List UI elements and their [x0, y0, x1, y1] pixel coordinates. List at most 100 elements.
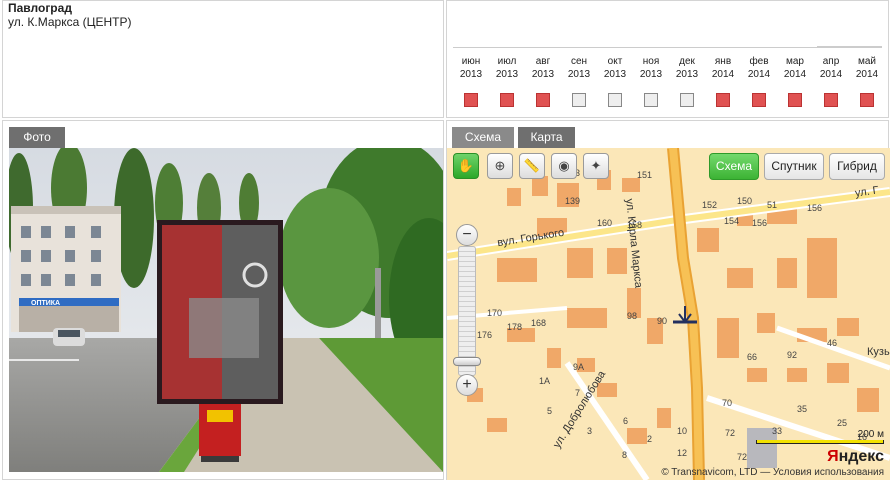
month-name: янв — [714, 56, 732, 67]
house-number: 70 — [722, 398, 733, 408]
house-number: 156 — [807, 203, 823, 213]
month-name: окт — [607, 56, 623, 67]
month-year: 2014 — [783, 69, 807, 80]
billboard-photo: ОПТИКА — [9, 148, 443, 472]
month-label: фев 2014 — [741, 55, 777, 81]
month-status-busy[interactable] — [464, 93, 478, 107]
house-number: 151 — [637, 170, 653, 180]
month-name: июл — [497, 56, 517, 67]
house-number: 178 — [507, 322, 523, 332]
minus-icon: − — [462, 226, 472, 243]
magnifier-button[interactable]: ◉ — [551, 153, 577, 179]
ruler-icon: 📏 — [523, 158, 541, 173]
month-status-busy[interactable] — [752, 93, 766, 107]
month-year: 2014 — [855, 69, 879, 80]
house-number: 6 — [623, 416, 629, 426]
house-number: 150 — [737, 196, 753, 206]
city-name: Павлоград — [8, 1, 72, 15]
availability-calendar: июн 2013 июл 2013 авг 2013 сен 2013 окт 2013 ноя 20… — [446, 0, 889, 118]
house-number: 90 — [657, 316, 668, 326]
house-number: 170 — [487, 308, 503, 318]
month-year: 2013 — [531, 69, 555, 80]
tab-map[interactable]: Карта — [518, 127, 575, 148]
month-status-free[interactable] — [680, 93, 694, 107]
house-number: 5 — [547, 406, 553, 416]
house-number: 66 — [747, 352, 758, 362]
zoom-out-button[interactable]: − — [456, 224, 478, 246]
plus-icon: + — [462, 376, 472, 393]
map-copyright-link[interactable]: © Transnavicom, LTD — Условия использова… — [661, 467, 884, 478]
street-photo-image: ОПТИКА — [9, 148, 443, 472]
house-number: 139 — [565, 196, 581, 206]
month-year: 2014 — [747, 69, 771, 80]
house-number: 51 — [767, 200, 778, 210]
house-number: 98 — [627, 311, 638, 321]
house-number: 8 — [622, 450, 628, 460]
month-labels: июн 2013 июл 2013 авг 2013 сен 2013 окт 2013 ноя 20… — [453, 55, 885, 81]
month-name: авг — [535, 56, 551, 67]
hand-tool-button[interactable]: ✋ — [453, 153, 479, 179]
month-name: май — [857, 56, 877, 67]
reset-view-button[interactable]: ✦ — [583, 153, 609, 179]
month-year: 2013 — [567, 69, 591, 80]
month-label: ноя 2013 — [633, 55, 669, 81]
month-label: окт 2013 — [597, 55, 633, 81]
house-number: 160 — [597, 218, 613, 228]
month-status-free[interactable] — [572, 93, 586, 107]
month-year: 2014 — [819, 69, 843, 80]
month-name: дек — [679, 56, 695, 67]
house-number: 2 — [647, 434, 653, 444]
yandex-logo[interactable]: Яндекс — [827, 448, 884, 466]
map-view[interactable]: 153 151 139 152 150 156 154 156 170 176 … — [447, 148, 890, 480]
month-status-free[interactable] — [644, 93, 658, 107]
month-year: 2013 — [495, 69, 519, 80]
reset-view-icon: ✦ — [590, 158, 602, 173]
house-number: 10 — [677, 426, 688, 436]
month-status-busy[interactable] — [500, 93, 514, 107]
map-scale-bar — [756, 440, 884, 444]
map-type-hybrid-button[interactable]: Гибрид — [829, 153, 885, 180]
house-number: 1A — [539, 376, 551, 386]
tab-photo[interactable]: Фото — [9, 127, 65, 148]
map-type-scheme-button[interactable]: Схема — [709, 153, 759, 180]
address-text: ул. К.Маркса (ЦЕНТР) — [8, 15, 132, 29]
street-label-kuz: Кузь — [867, 346, 890, 358]
zoom-area-icon: ⊕ — [494, 158, 506, 173]
house-number: 12 — [677, 448, 688, 458]
month-status-busy[interactable] — [788, 93, 802, 107]
month-status-busy[interactable] — [860, 93, 874, 107]
month-label: мар 2014 — [777, 55, 813, 81]
zoom-in-button[interactable]: + — [456, 374, 478, 396]
house-number: 25 — [837, 418, 848, 428]
house-number: 72 — [737, 452, 748, 462]
ruler-button[interactable]: 📏 — [519, 153, 545, 179]
month-label: авг 2013 — [525, 55, 561, 81]
month-label: дек 2013 — [669, 55, 705, 81]
house-number: 33 — [772, 426, 783, 436]
calendar-divider — [453, 47, 882, 48]
month-name: фев — [749, 56, 769, 67]
month-year: 2013 — [603, 69, 627, 80]
house-number: 72 — [725, 428, 736, 438]
month-status-free[interactable] — [608, 93, 622, 107]
month-label: янв 2014 — [705, 55, 741, 81]
month-label: июл 2013 — [489, 55, 525, 81]
house-number: 3 — [587, 426, 593, 436]
month-label: июн 2013 — [453, 55, 489, 81]
zoom-area-button[interactable]: ⊕ — [487, 153, 513, 179]
location-info-panel: Павлоград ул. К.Маркса (ЦЕНТР) — [2, 0, 444, 118]
map-panel: Схема Карта 151 139 152 150 156 154 156 … — [446, 120, 890, 480]
month-status-busy[interactable] — [716, 93, 730, 107]
month-status-busy[interactable] — [824, 93, 838, 107]
month-name: сен — [570, 56, 588, 67]
house-number: 154 — [724, 216, 740, 226]
tab-scheme[interactable]: Схема — [452, 127, 514, 148]
house-number: 152 — [702, 200, 718, 210]
magnifier-icon: ◉ — [558, 158, 570, 173]
house-number: 35 — [797, 404, 808, 414]
month-status-busy[interactable] — [536, 93, 550, 107]
zoom-slider-thumb[interactable] — [453, 357, 481, 366]
map-canvas — [447, 148, 890, 480]
month-status-boxes — [453, 93, 885, 107]
map-type-satellite-button[interactable]: Спутник — [764, 153, 824, 180]
